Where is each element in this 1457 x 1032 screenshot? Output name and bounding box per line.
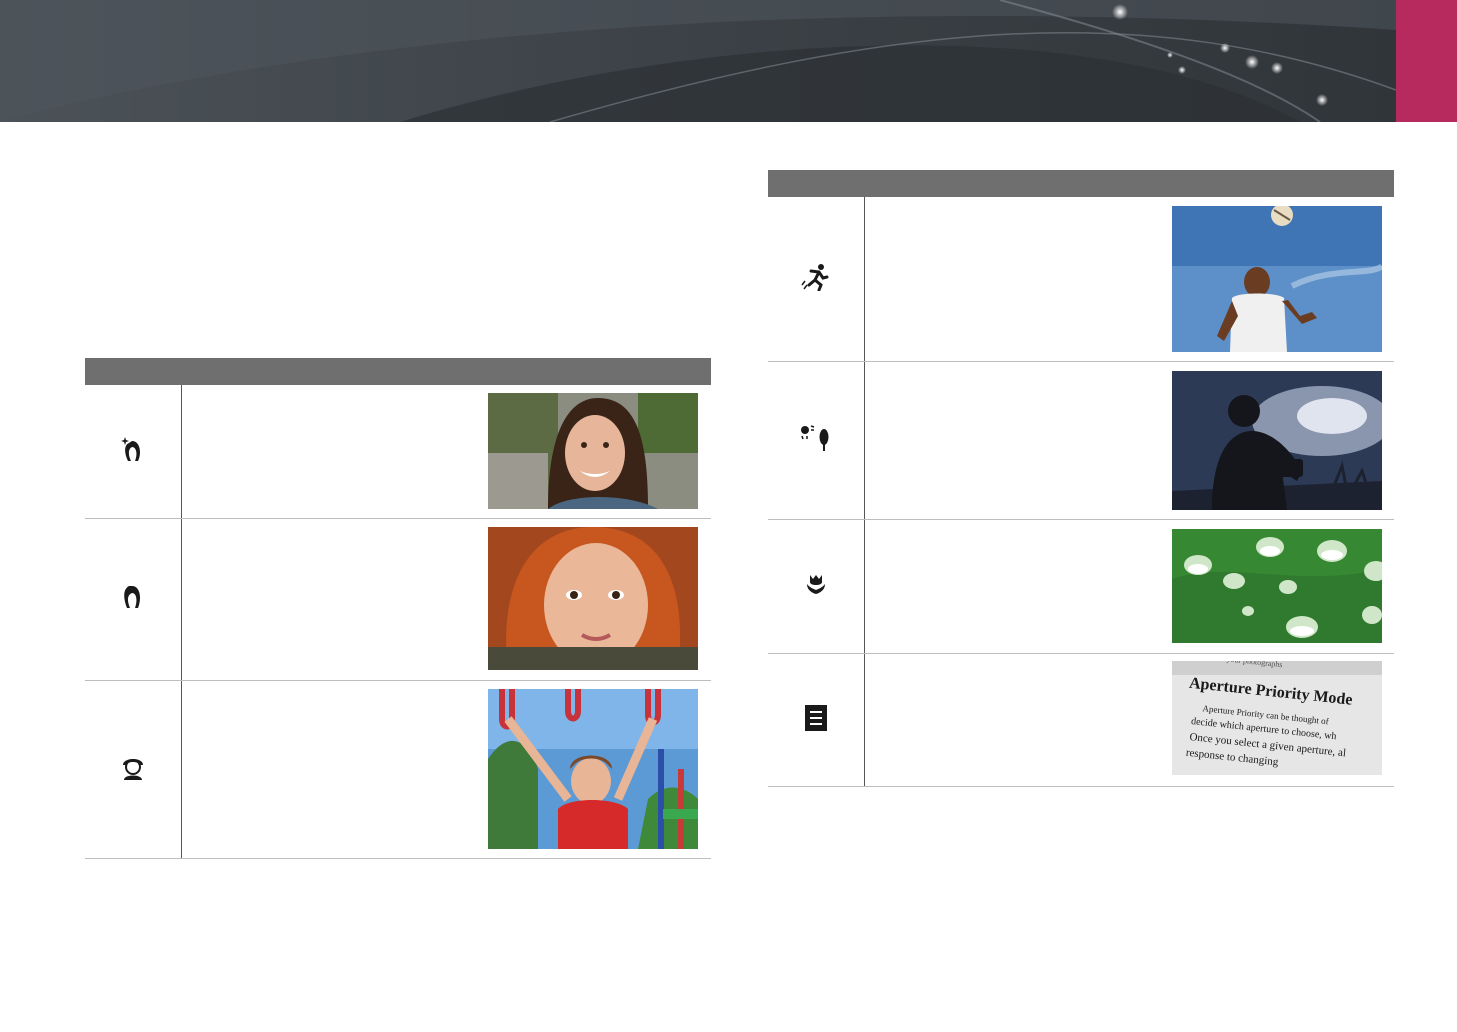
header-cell-description: [864, 170, 1394, 197]
table-row: [85, 518, 711, 681]
beauty-face-icon: [120, 437, 146, 467]
table-row: [85, 680, 711, 859]
icon-cell: [768, 519, 865, 654]
banner-swoosh-graphic: [0, 0, 1397, 122]
water-drops-on-leaf: [1171, 529, 1382, 643]
table-header: [85, 358, 711, 385]
header-cell-icon: [768, 170, 864, 197]
table-row: [85, 385, 711, 519]
children-icon: [120, 759, 146, 785]
man-heading-football: [1171, 206, 1382, 352]
portrait-icon: [122, 586, 144, 614]
table-row: [768, 519, 1394, 654]
scene-mode-table-right: of your photographs Aperture Priority Mo…: [768, 170, 1394, 787]
icon-cell: [768, 197, 865, 362]
backlight-icon: [800, 425, 832, 456]
icon-cell: [85, 680, 182, 859]
red-haired-girl-portrait: [487, 527, 698, 670]
table-header: [768, 170, 1394, 197]
description-cell: [864, 519, 1394, 654]
table-row: [768, 197, 1394, 362]
table-row: of your photographs Aperture Priority Mo…: [768, 653, 1394, 787]
text-document-icon: [804, 704, 828, 736]
icon-cell: [768, 653, 865, 787]
table-row: [768, 361, 1394, 520]
smiling-woman-portrait: [487, 393, 698, 509]
macro-flower-icon: [804, 575, 828, 600]
icon-cell: [85, 385, 182, 519]
sports-icon: [801, 263, 831, 295]
silhouette-photographer: [1171, 371, 1382, 510]
icon-cell: [85, 518, 182, 681]
description-cell: [181, 385, 711, 519]
header-banner: [0, 0, 1457, 122]
header-cell-description: [181, 358, 711, 385]
aperture-priority-mode-book-page: of your photographs Aperture Priority Mo…: [1171, 661, 1382, 775]
description-cell: [181, 680, 711, 859]
description-cell: of your photographs Aperture Priority Mo…: [864, 653, 1394, 787]
description-cell: [181, 518, 711, 681]
scene-mode-table-left: [85, 358, 711, 859]
description-cell: [864, 197, 1394, 362]
header-cell-icon: [85, 358, 181, 385]
child-on-playground: [487, 689, 698, 849]
chapter-tab: [1396, 0, 1457, 122]
icon-cell: [768, 361, 865, 520]
description-cell: [864, 361, 1394, 520]
